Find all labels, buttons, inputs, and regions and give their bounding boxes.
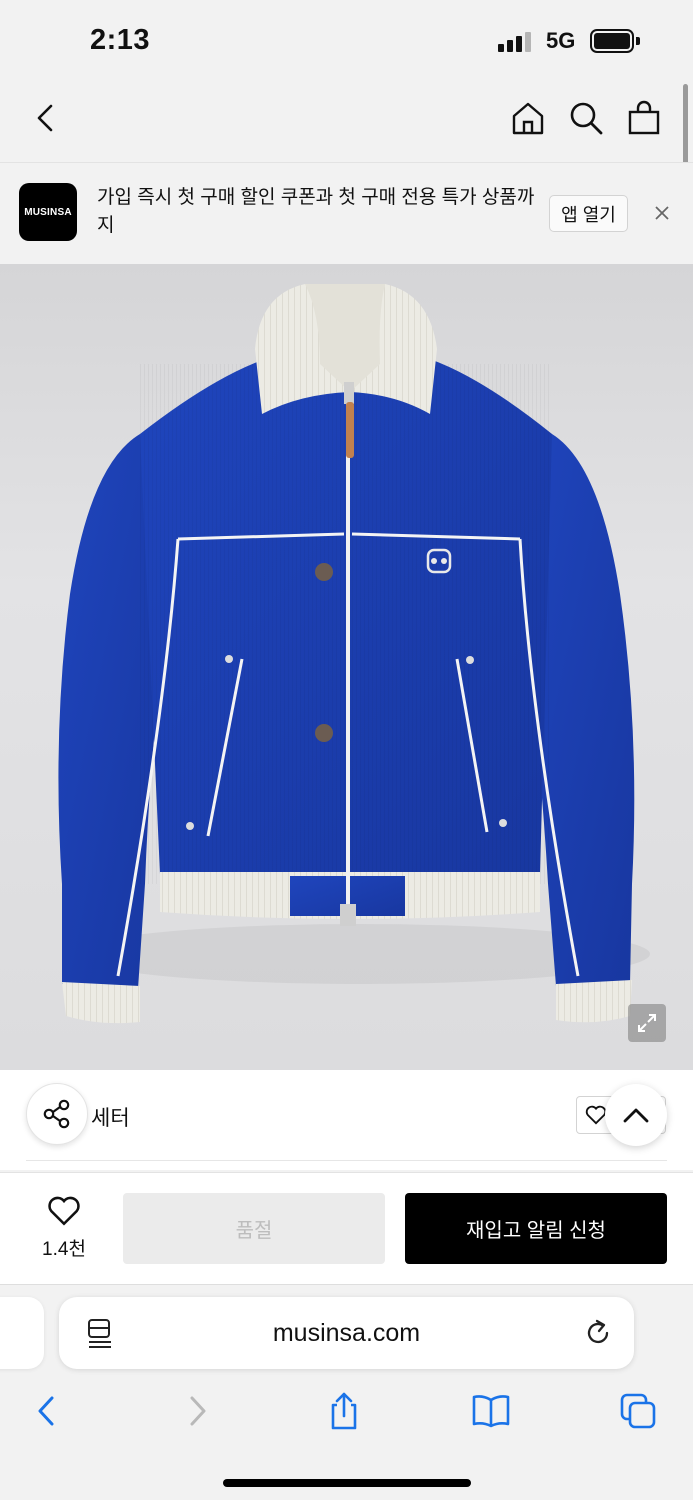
product-info-row: 세터 <box>0 1070 693 1170</box>
app-promo-banner: MUSINSA 가입 즉시 첫 구매 할인 쿠폰과 첫 구매 전용 특가 상품까… <box>0 162 693 264</box>
browser-back-button[interactable] <box>24 1389 68 1433</box>
status-time: 2:13 <box>90 24 151 56</box>
divider <box>26 1160 667 1161</box>
browser-tabs-button[interactable] <box>616 1389 660 1433</box>
heart-icon <box>48 1196 80 1226</box>
browser-bookmarks-button[interactable] <box>469 1389 513 1433</box>
expand-icon <box>638 1014 656 1032</box>
scroll-indicator <box>683 84 688 168</box>
wish-count: 1.4천 <box>42 1239 86 1260</box>
cart-button[interactable] <box>624 98 664 138</box>
browser-share-button[interactable] <box>322 1389 366 1433</box>
musinsa-logo: MUSINSA <box>19 183 77 241</box>
scroll-top-button[interactable] <box>605 1084 667 1146</box>
share-button[interactable] <box>26 1083 88 1145</box>
network-label: 5G <box>546 28 576 53</box>
chevron-left-icon <box>37 104 53 132</box>
purchase-action-bar: 1.4천 품절 재입고 알림 신청 <box>0 1172 693 1284</box>
browser-forward-button[interactable] <box>176 1389 220 1433</box>
restock-alert-button[interactable]: 재입고 알림 신청 <box>405 1193 667 1264</box>
status-bar: 2:13 5G <box>0 0 693 78</box>
chevron-right-icon <box>190 1396 206 1426</box>
expand-image-button[interactable] <box>628 1004 666 1042</box>
back-button[interactable] <box>26 98 66 138</box>
signal-icon <box>498 32 534 52</box>
address-bar[interactable]: musinsa.com <box>59 1297 634 1369</box>
top-nav-bar <box>0 78 693 162</box>
home-button[interactable] <box>508 98 548 138</box>
home-indicator <box>223 1479 471 1487</box>
jacket-illustration <box>58 284 650 1024</box>
url-text: musinsa.com <box>272 1319 421 1347</box>
book-icon <box>472 1395 510 1428</box>
product-category[interactable]: 세터 <box>91 1102 130 1132</box>
tabs-icon <box>620 1393 656 1429</box>
home-icon <box>512 102 544 135</box>
heart-icon <box>585 1105 607 1125</box>
open-app-button[interactable]: 앱 열기 <box>549 195 628 232</box>
chevron-up-icon <box>623 1108 649 1123</box>
battery-icon <box>590 29 634 53</box>
browser-toolbar: musinsa.com <box>0 1284 693 1500</box>
product-image[interactable] <box>0 264 693 1070</box>
shopping-bag-icon <box>628 100 660 135</box>
promo-message: 가입 즉시 첫 구매 할인 쿠폰과 첫 구매 전용 특가 상품까지 <box>97 187 535 236</box>
reload-icon[interactable] <box>583 1317 613 1349</box>
close-icon <box>655 206 669 220</box>
chevron-left-icon <box>38 1396 54 1426</box>
search-button[interactable] <box>566 98 606 138</box>
search-icon <box>570 102 603 135</box>
wish-button[interactable]: 1.4천 <box>30 1195 98 1261</box>
soldout-button: 품절 <box>123 1193 385 1264</box>
share-icon <box>43 1099 70 1129</box>
previous-tab-card[interactable] <box>0 1297 44 1369</box>
promo-close-button[interactable] <box>648 199 676 227</box>
share-up-icon <box>331 1392 357 1430</box>
